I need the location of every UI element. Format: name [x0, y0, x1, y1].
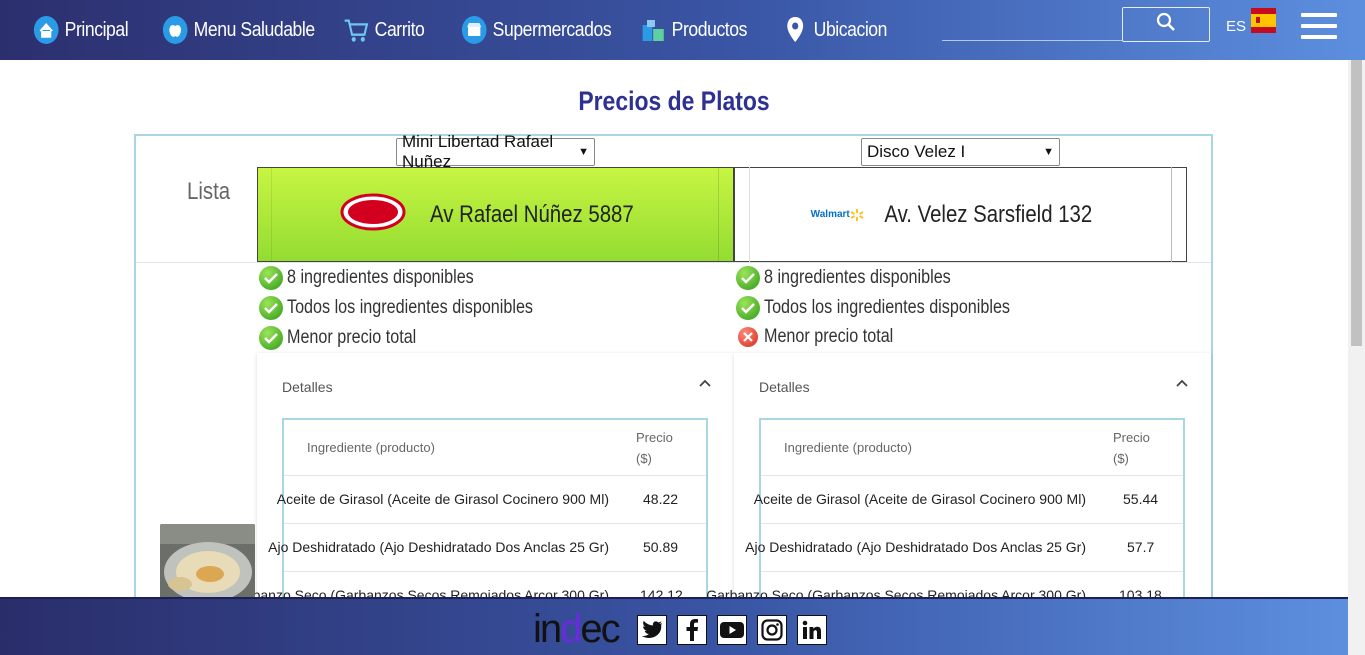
check-icon: [259, 296, 283, 320]
products-icon: [640, 15, 666, 45]
table-row: Aceite de Girasol (Aceite de Girasol Coc…: [277, 476, 706, 524]
walmart-logo: Walmart: [811, 208, 864, 222]
nav-label: Ubicacion: [813, 18, 888, 41]
nav-menu-saludable[interactable]: Menu Saludable: [162, 12, 315, 48]
nav-label: Principal: [64, 18, 129, 41]
nav-supermercados[interactable]: Supermercados: [461, 12, 612, 48]
card-shadow-right: [1171, 167, 1172, 262]
details-title[interactable]: Detalles: [282, 379, 333, 395]
footer: indec: [0, 597, 1348, 655]
feature-ingredients-count: 8 ingredientes disponibles: [259, 266, 507, 290]
store-card-1[interactable]: Av Rafael Núñez 5887: [257, 167, 734, 262]
hamburger-menu-icon[interactable]: [1301, 13, 1337, 43]
walmart-spark-icon: [850, 208, 864, 221]
nav-label: Menu Saludable: [193, 18, 315, 41]
store-select-value: Disco Velez I: [867, 142, 966, 161]
nav-principal[interactable]: Principal: [33, 12, 129, 48]
feature-lowest-price: Menor precio total: [738, 326, 916, 348]
chevron-up-icon[interactable]: [695, 373, 715, 393]
walmart-brand: Walmart: [810, 209, 850, 220]
store-icon: [461, 15, 487, 45]
table-row: Ajo Deshidratado (Ajo Deshidratado Dos A…: [745, 524, 1183, 572]
dropdown-arrow-icon: ▼: [1043, 146, 1054, 158]
scrollbar[interactable]: [1348, 60, 1365, 655]
nav-label: Carrito: [374, 18, 425, 41]
table-row: Ajo Deshidratado (Ajo Deshidratado Dos A…: [268, 524, 706, 572]
instagram-icon[interactable]: [757, 615, 787, 645]
table-header: Ingrediente (producto) Precio ($): [284, 420, 706, 476]
feature-lowest-price: Menor precio total: [259, 326, 439, 350]
row-divider: [136, 262, 1211, 263]
feature-all-available: Todos los ingredientes disponibles: [736, 296, 1053, 320]
linkedin-icon[interactable]: [797, 615, 827, 645]
store-card-2[interactable]: Walmart Av. Velez Sarsfield 132: [734, 167, 1187, 262]
details-panel-1: Detalles Ingrediente (producto) Precio (…: [229, 353, 734, 622]
details-panel-2: Detalles Ingrediente (producto) Precio (…: [706, 353, 1211, 622]
price-table: Ingrediente (producto) Precio ($) Aceite…: [229, 418, 708, 622]
store-select-1[interactable]: Mini Libertad Rafael Nuñez ▼: [396, 132, 595, 171]
page-title: Precios de Platos: [578, 86, 770, 116]
check-icon: [259, 326, 283, 350]
table-row: Aceite de Girasol (Aceite de Girasol Coc…: [754, 476, 1183, 524]
search-button[interactable]: [1122, 7, 1210, 42]
store-address: Av. Velez Sarsfield 132: [884, 200, 1092, 228]
language-label[interactable]: ES: [1226, 18, 1246, 35]
card-shadow-right-1: [718, 167, 719, 262]
cart-icon: [343, 15, 369, 45]
nav-label: Supermercados: [492, 18, 612, 41]
chevron-up-icon[interactable]: [1172, 373, 1192, 393]
feature-ingredients-count: 8 ingredientes disponibles: [736, 266, 984, 290]
indec-logo[interactable]: indec: [533, 607, 621, 651]
feature-all-available: Todos los ingredientes disponibles: [259, 296, 576, 320]
twitter-icon[interactable]: [637, 615, 667, 645]
table-header: Ingrediente (producto) Precio ($): [761, 420, 1183, 476]
store-select-2[interactable]: Disco Velez I ▼: [861, 138, 1060, 166]
store-select-value: Mini Libertad Rafael Nuñez: [402, 132, 554, 171]
apple-icon: [162, 15, 188, 45]
youtube-icon[interactable]: [717, 615, 747, 645]
top-navbar: Principal Menu Saludable Carrito Superme…: [0, 0, 1365, 60]
search-icon: [1156, 12, 1176, 37]
check-icon: [736, 266, 760, 290]
facebook-icon[interactable]: [677, 615, 707, 645]
logo-text: indec: [533, 607, 621, 651]
check-icon: [736, 296, 760, 320]
dish-thumbnail[interactable]: [160, 524, 255, 600]
home-icon: [33, 15, 59, 45]
price-table: Ingrediente (producto) Precio ($) Aceite…: [706, 418, 1185, 622]
lista-label: Lista: [187, 178, 231, 205]
card-shadow-left: [749, 167, 750, 262]
check-icon: [259, 266, 283, 290]
search-input[interactable]: [942, 40, 1122, 41]
spain-flag-icon[interactable]: [1251, 8, 1276, 33]
details-title[interactable]: Detalles: [759, 379, 810, 395]
cross-icon: [738, 327, 758, 347]
card-shadow-left-1: [271, 167, 272, 262]
nav-label: Productos: [671, 18, 748, 41]
nav-ubicacion[interactable]: Ubicacion: [782, 12, 887, 48]
location-pin-icon: [782, 15, 808, 45]
dropdown-arrow-icon: ▼: [578, 146, 589, 158]
nav-carrito[interactable]: Carrito: [343, 12, 425, 48]
disco-logo: [340, 193, 406, 236]
nav-productos[interactable]: Productos: [640, 12, 747, 48]
scrollbar-thumb[interactable]: [1351, 60, 1362, 346]
store-address: Av Rafael Núñez 5887: [429, 200, 634, 228]
